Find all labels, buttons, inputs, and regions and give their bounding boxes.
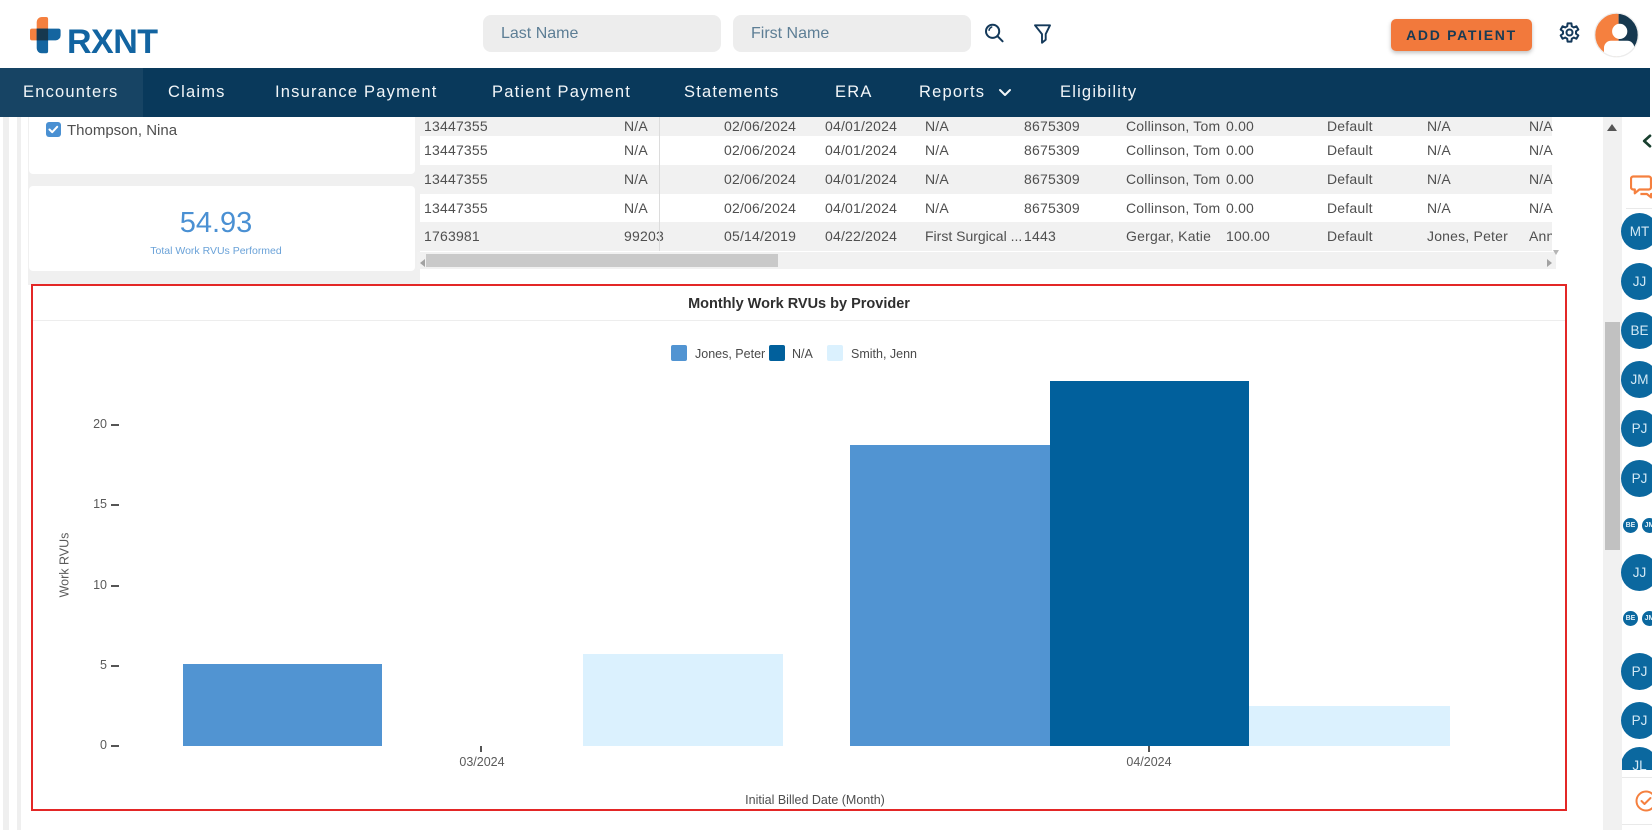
svg-text:RXNT: RXNT bbox=[67, 23, 158, 60]
